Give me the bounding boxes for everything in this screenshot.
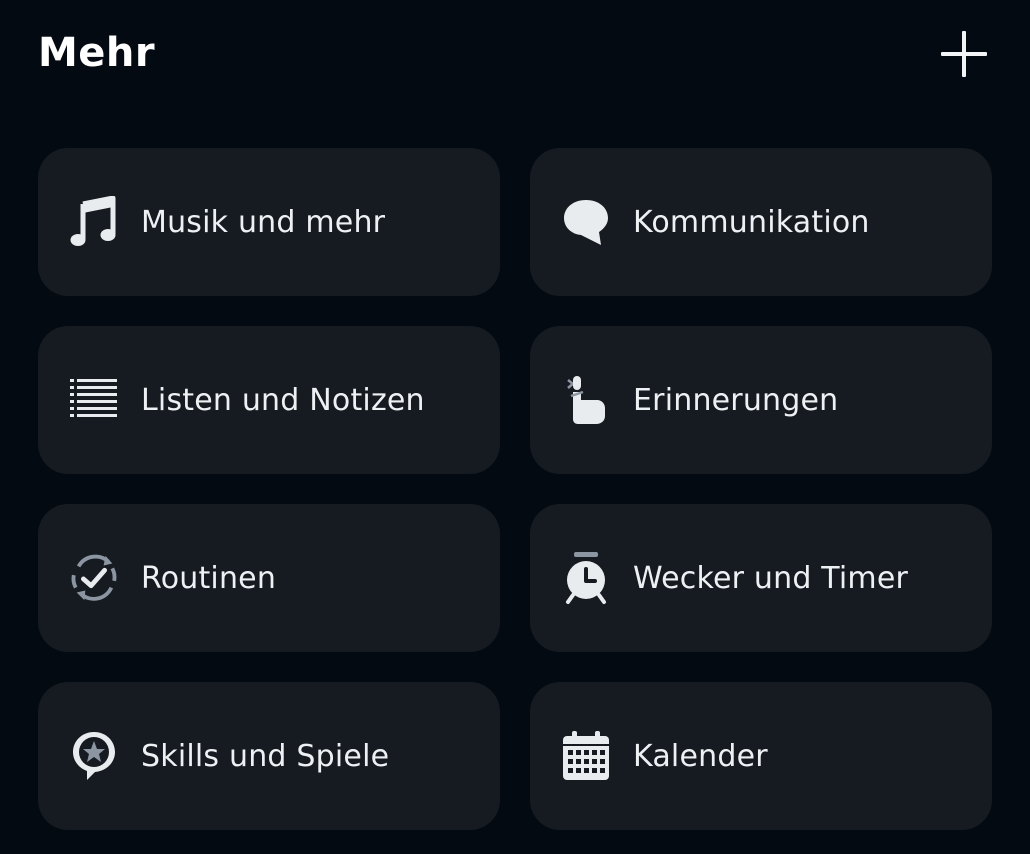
tile-label: Kalender: [633, 738, 768, 774]
tile-calendar[interactable]: Kalender: [530, 682, 992, 830]
tile-label: Kommunikation: [633, 204, 870, 240]
tile-label: Wecker und Timer: [633, 560, 909, 596]
tile-routines[interactable]: Routinen: [38, 504, 500, 652]
skills-star-icon: [68, 730, 120, 782]
tile-reminders[interactable]: Erinnerungen: [530, 326, 992, 474]
feature-grid: Musik und mehr Kommunikation Listen und …: [38, 148, 992, 830]
page-title: Mehr: [38, 30, 156, 76]
routine-check-icon: [68, 552, 120, 604]
tile-label: Erinnerungen: [633, 382, 839, 418]
tile-lists[interactable]: Listen und Notizen: [38, 326, 500, 474]
music-note-icon: [68, 196, 120, 248]
add-button[interactable]: [936, 26, 992, 82]
alarm-clock-icon: [560, 552, 612, 604]
plus-icon: [941, 31, 987, 77]
list-icon: [68, 374, 120, 426]
header: Mehr: [0, 0, 1030, 110]
tile-label: Skills und Spiele: [141, 738, 390, 774]
finger-string-icon: [560, 374, 612, 426]
tile-music[interactable]: Musik und mehr: [38, 148, 500, 296]
tile-communication[interactable]: Kommunikation: [530, 148, 992, 296]
tile-label: Listen und Notizen: [141, 382, 425, 418]
tile-alarms[interactable]: Wecker und Timer: [530, 504, 992, 652]
speech-bubble-icon: [560, 196, 612, 248]
calendar-icon: [560, 730, 612, 782]
tile-label: Routinen: [141, 560, 277, 596]
tile-skills[interactable]: Skills und Spiele: [38, 682, 500, 830]
tile-label: Musik und mehr: [141, 204, 386, 240]
